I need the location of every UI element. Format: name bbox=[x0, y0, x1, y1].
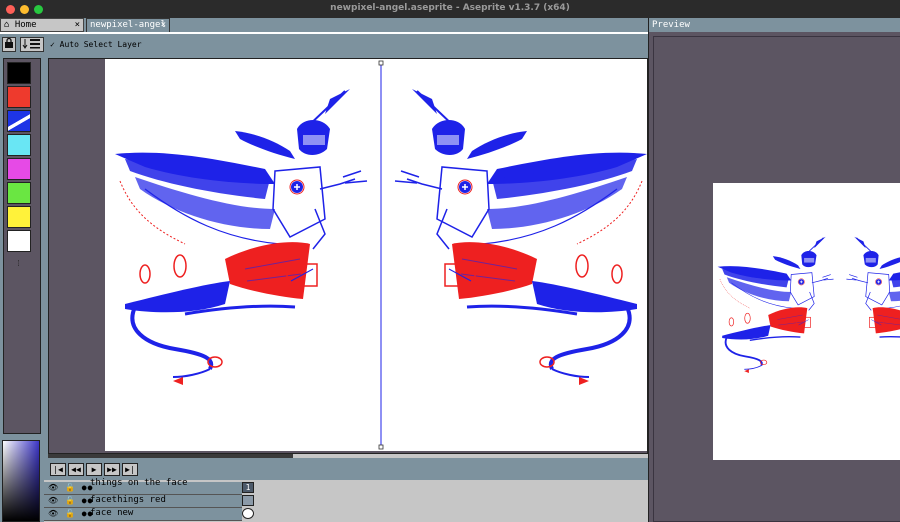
move-mode-icon[interactable] bbox=[20, 37, 44, 52]
preview-title: Preview bbox=[652, 20, 690, 30]
tab-file-label: newpixel-angel bbox=[90, 20, 166, 30]
cel[interactable] bbox=[242, 508, 254, 519]
home-icon: ⌂ bbox=[4, 20, 10, 30]
swatch-yellow[interactable] bbox=[7, 206, 31, 228]
layer-name: facethings red bbox=[90, 495, 166, 505]
layer-name: things on the face bbox=[90, 478, 188, 488]
swatch-blue-selected[interactable] bbox=[7, 110, 31, 132]
scrollbar-thumb[interactable] bbox=[48, 454, 293, 458]
preview-header: Preview bbox=[649, 18, 900, 32]
close-icon[interactable]: × bbox=[161, 19, 166, 31]
palette: ⁞ bbox=[3, 58, 41, 434]
auto-select-label: Auto Select Layer bbox=[59, 40, 142, 49]
timeline-controls: |◀ ◀◀ ▶ ▶▶ ▶| bbox=[44, 460, 648, 480]
checkmark-icon: ✓ bbox=[50, 40, 55, 49]
swatch-red[interactable] bbox=[7, 86, 31, 108]
layer-visibility-lock-icons[interactable]: 👁 🔓 ●● bbox=[48, 483, 93, 492]
swatch-magenta[interactable] bbox=[7, 158, 31, 180]
auto-select-layer-checkbox[interactable]: ✓ Auto Select Layer bbox=[50, 40, 142, 49]
swatch-black[interactable] bbox=[7, 62, 31, 84]
window-title-bar: newpixel-angel.aseprite - Aseprite v1.3.… bbox=[0, 0, 900, 18]
layer-name: face new bbox=[90, 508, 134, 518]
last-frame-icon[interactable]: ▶| bbox=[122, 463, 138, 476]
color-picker-field[interactable] bbox=[2, 440, 40, 522]
tab-bar: ⌂ Home × newpixel-angel × bbox=[0, 18, 648, 34]
angel-figure-right bbox=[393, 87, 647, 387]
preview-sprite bbox=[713, 183, 900, 460]
lock-icon[interactable] bbox=[2, 37, 16, 52]
preview-panel: Preview bbox=[648, 18, 900, 522]
tab-home-label: Home bbox=[14, 20, 37, 30]
swatch-cyan[interactable] bbox=[7, 134, 31, 156]
layer-visibility-lock-icons[interactable]: 👁 🔓 ●● bbox=[48, 496, 93, 505]
sprite-canvas[interactable] bbox=[105, 59, 647, 451]
window-title: newpixel-angel.aseprite - Aseprite v1.3.… bbox=[330, 3, 570, 13]
layer-visibility-lock-icons[interactable]: 👁 🔓 ●● bbox=[48, 509, 93, 518]
editor-area bbox=[44, 56, 648, 460]
layer-row[interactable]: 👁 🔓 ●● face new bbox=[44, 508, 242, 521]
color-picker-panel bbox=[0, 436, 44, 522]
context-bar: ✓ Auto Select Layer bbox=[0, 34, 648, 56]
canvas-viewport[interactable] bbox=[48, 58, 648, 454]
sprite-artwork bbox=[115, 60, 647, 450]
frame-number[interactable]: 1 bbox=[242, 482, 254, 493]
tab-newpixel-angel[interactable]: newpixel-angel × bbox=[86, 18, 170, 32]
palette-panel: ⁞ bbox=[0, 56, 44, 436]
previous-frame-icon[interactable]: ◀◀ bbox=[68, 463, 84, 476]
horizontal-scrollbar[interactable] bbox=[48, 454, 648, 458]
cel[interactable] bbox=[242, 495, 254, 506]
tab-home[interactable]: ⌂ Home × bbox=[0, 18, 84, 32]
close-icon[interactable]: × bbox=[75, 19, 80, 31]
layer-row[interactable]: 👁 🔓 ●● facethings red bbox=[44, 495, 242, 508]
swatch-white[interactable] bbox=[7, 230, 31, 252]
timeline-panel: |◀ ◀◀ ▶ ▶▶ ▶| 👁 🔓 ●● things on the face … bbox=[44, 460, 648, 522]
preview-artwork bbox=[716, 235, 900, 374]
next-frame-icon[interactable]: ▶▶ bbox=[104, 463, 120, 476]
layer-row[interactable]: 👁 🔓 ●● things on the face bbox=[44, 478, 242, 495]
swatch-green[interactable] bbox=[7, 182, 31, 204]
palette-resize-handle[interactable]: ⁞ bbox=[16, 259, 21, 269]
first-frame-icon[interactable]: |◀ bbox=[50, 463, 66, 476]
play-icon[interactable]: ▶ bbox=[86, 463, 102, 476]
angel-figure-left bbox=[115, 89, 368, 385]
